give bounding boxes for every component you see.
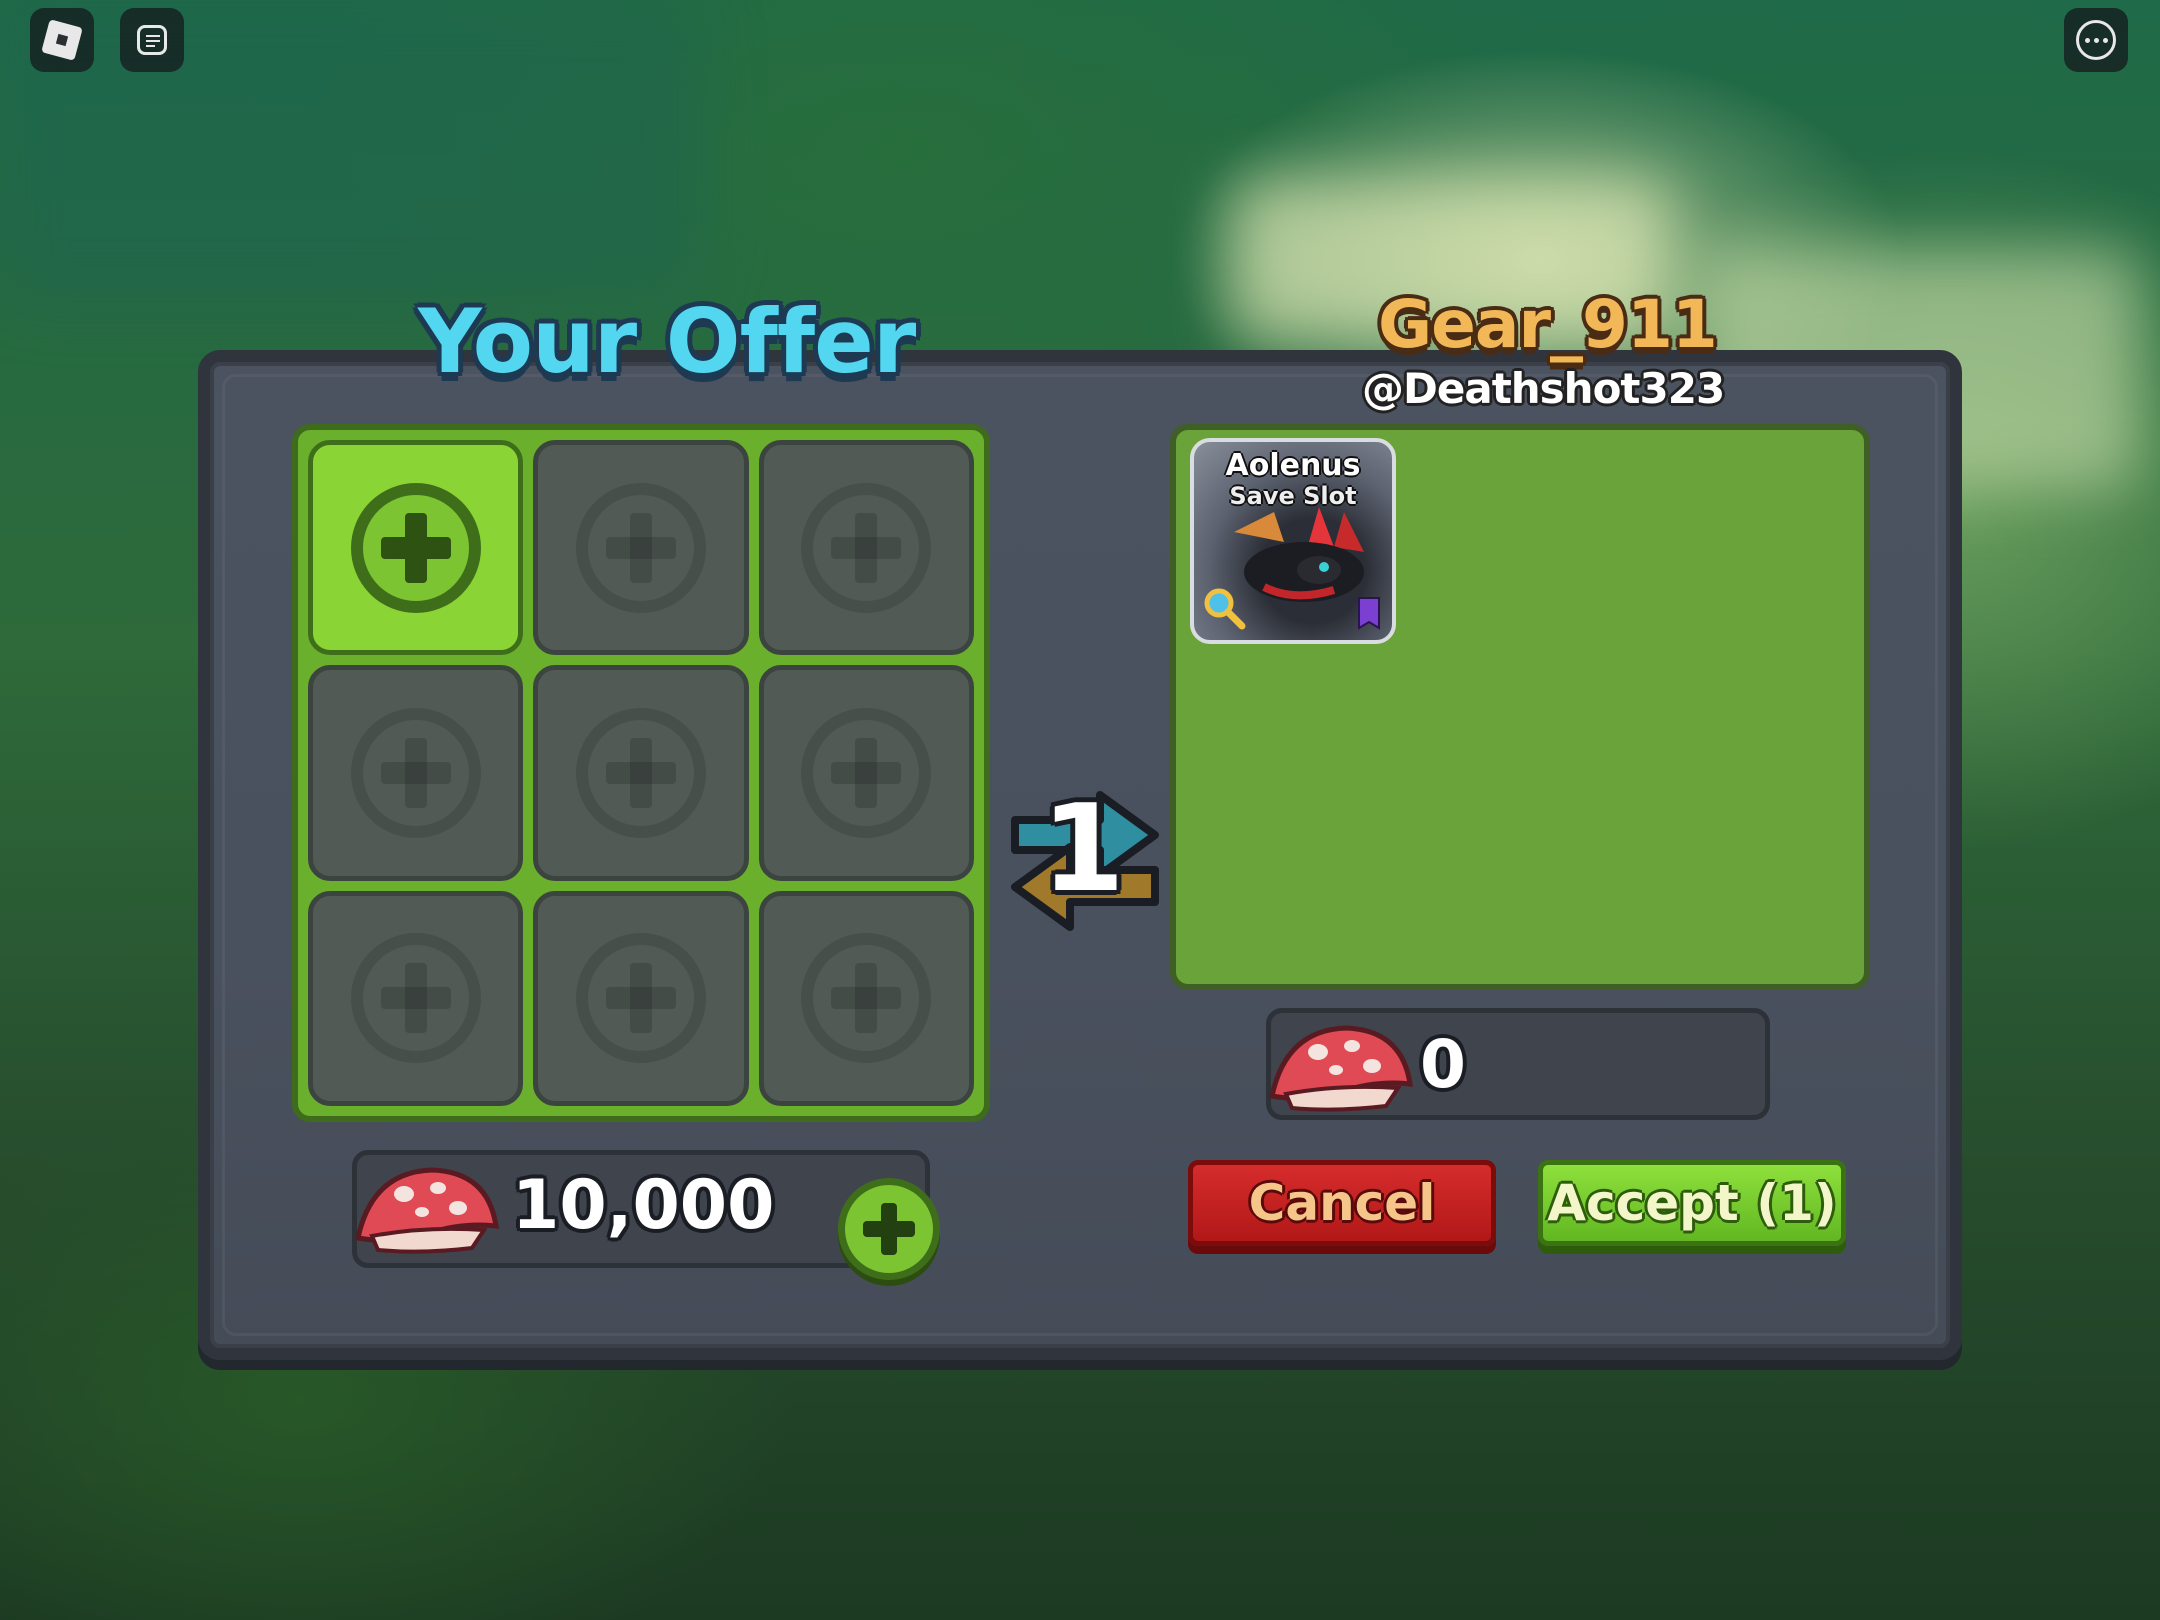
creature-icon <box>1234 507 1364 602</box>
plus-icon <box>350 707 481 838</box>
offer-slot[interactable] <box>308 665 524 881</box>
roblox-menu-button[interactable] <box>30 8 94 72</box>
partner-item-card[interactable]: Aolenus Save Slot <box>1190 438 1396 644</box>
chat-icon <box>137 25 167 55</box>
plus-icon <box>575 933 706 1064</box>
offer-slot[interactable] <box>308 890 524 1106</box>
partner-currency-amount: 0 <box>1420 1026 1466 1103</box>
plus-icon <box>575 707 706 838</box>
your-offer-grid <box>292 424 990 1122</box>
your-offer-title: Your Offer <box>418 290 916 393</box>
mushroom-currency-icon <box>355 1167 499 1254</box>
item-subtitle: Save Slot <box>1229 482 1357 510</box>
partner-display-name: Gear_911 <box>1378 286 1718 363</box>
cancel-button[interactable]: Cancel <box>1188 1160 1496 1246</box>
mushroom-currency-icon <box>1269 1025 1413 1112</box>
offer-slot[interactable] <box>533 440 749 656</box>
class-badge-icon <box>1358 597 1380 630</box>
background-blur <box>0 0 700 300</box>
plus-icon <box>801 482 932 613</box>
offer-slot[interactable] <box>758 665 974 881</box>
your-currency-amount: 10,000 <box>512 1166 775 1245</box>
plus-icon <box>801 933 932 1064</box>
chat-button[interactable] <box>120 8 184 72</box>
plus-icon <box>801 707 932 838</box>
swap-count: 1 <box>1041 780 1125 919</box>
offer-slot[interactable] <box>533 890 749 1106</box>
add-item-icon <box>350 482 481 613</box>
magnifier-icon[interactable] <box>1202 586 1246 630</box>
more-options-icon <box>2076 20 2116 60</box>
add-currency-button[interactable] <box>838 1178 940 1280</box>
offer-slot[interactable] <box>533 665 749 881</box>
offer-slot[interactable] <box>758 440 974 656</box>
item-name: Aolenus <box>1225 448 1361 483</box>
plus-icon <box>575 482 706 613</box>
roblox-logo-icon <box>41 19 83 61</box>
accept-button[interactable]: Accept (1) <box>1538 1160 1846 1246</box>
partner-username: @Deathshot323 <box>1362 364 1725 413</box>
offer-slot[interactable] <box>758 890 974 1106</box>
plus-icon <box>350 933 481 1064</box>
offer-slot-add[interactable] <box>308 440 524 656</box>
more-options-button[interactable] <box>2064 8 2128 72</box>
plus-icon <box>863 1203 915 1255</box>
